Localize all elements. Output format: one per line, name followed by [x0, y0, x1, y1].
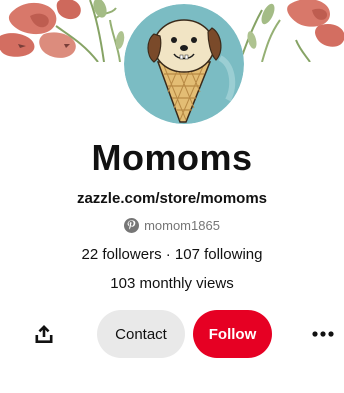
profile-username: momom1865: [144, 217, 220, 233]
profile-name: Momoms: [91, 137, 253, 178]
follow-stats[interactable]: 22 followers · 107 following: [0, 245, 344, 265]
follow-button[interactable]: Follow: [193, 310, 272, 358]
profile-avatar[interactable]: [124, 4, 244, 124]
monthly-views: 103 monthly views: [110, 275, 234, 292]
share-button[interactable]: [28, 318, 60, 350]
profile-website-link[interactable]: zazzle.com/store/momoms: [0, 189, 344, 209]
share-icon: [35, 325, 53, 343]
more-icon: [312, 331, 334, 337]
pinterest-logo-icon: [124, 217, 140, 233]
profile-handle: momom1865: [0, 215, 344, 235]
contact-button[interactable]: Contact: [97, 310, 185, 358]
more-options-button[interactable]: [306, 318, 340, 350]
